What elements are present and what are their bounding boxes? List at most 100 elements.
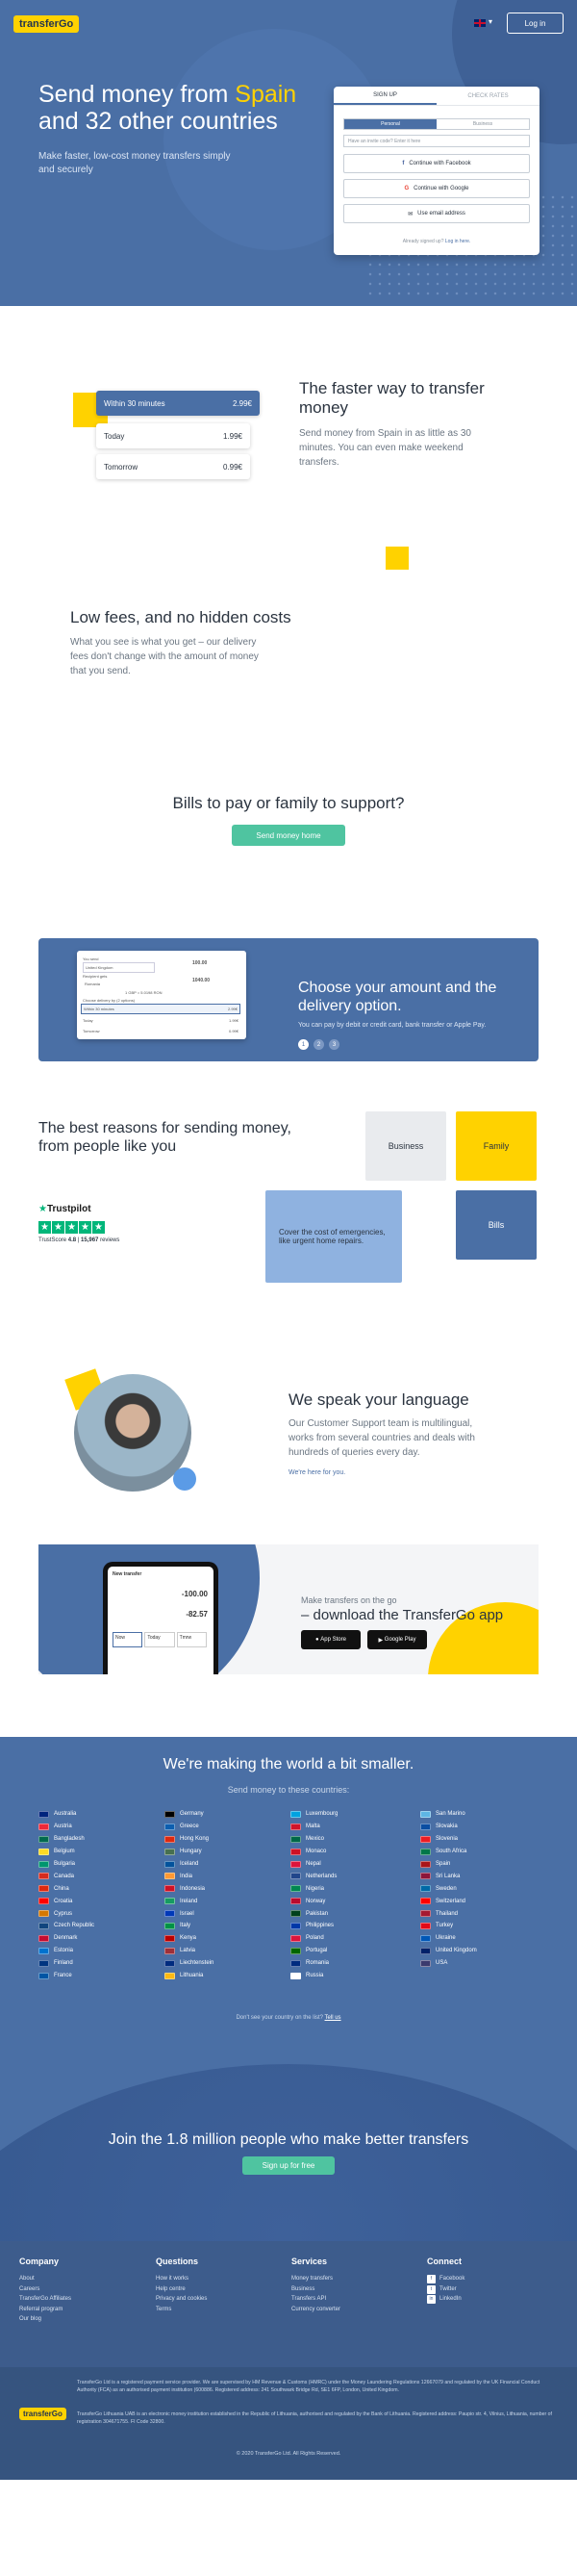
countries-title: We're making the world a bit smaller. bbox=[163, 1756, 414, 1773]
country-name: Estonia bbox=[54, 1948, 74, 1954]
facebook-button[interactable]: f Continue with Facebook bbox=[343, 154, 530, 173]
footer-link[interactable]: Our blog bbox=[19, 2314, 71, 2325]
app-store-label: App Store bbox=[320, 1637, 346, 1643]
chevron-down-icon[interactable]: ▾ bbox=[489, 17, 492, 26]
speed-label: Within 30 minutes bbox=[104, 398, 165, 408]
step-dot[interactable]: 1 bbox=[298, 1039, 309, 1050]
app-store-badge[interactable]: ● App Store bbox=[301, 1630, 361, 1649]
country-item: Bulgaria bbox=[38, 1858, 94, 1871]
choose-text: You can pay by debit or credit card, ban… bbox=[298, 1022, 487, 1029]
step-dot[interactable]: 2 bbox=[314, 1039, 324, 1050]
logo[interactable]: transferGo bbox=[13, 15, 80, 33]
footer-link[interactable]: Business bbox=[291, 2284, 340, 2295]
country-item: Netherlands bbox=[290, 1870, 338, 1882]
hero-subtitle: Make faster, low-cost money transfers si… bbox=[38, 151, 231, 175]
country-name: Switzerland bbox=[436, 1898, 466, 1904]
footer-heading: Questions bbox=[156, 2257, 199, 2266]
country-name: Liechtenstein bbox=[180, 1960, 214, 1967]
country-name: Slovakia bbox=[436, 1824, 458, 1830]
flag-icon bbox=[290, 1848, 301, 1855]
choose-title: Choose your amount and the delivery opti… bbox=[298, 980, 497, 1014]
speed-price: 0.99€ bbox=[222, 462, 242, 472]
flag-icon bbox=[164, 1860, 175, 1868]
flag-icon bbox=[290, 1810, 301, 1818]
signup-free-button[interactable]: Sign up for free bbox=[242, 2156, 335, 2175]
reason-tile-business[interactable]: Business bbox=[365, 1111, 446, 1181]
flag-icon bbox=[290, 1922, 301, 1929]
fees-section: Low fees, and no hidden costs What you s… bbox=[0, 595, 577, 775]
footer-link[interactable]: in LinkedIn bbox=[427, 2294, 464, 2305]
country-item: Mexico bbox=[290, 1833, 338, 1846]
footer-link[interactable]: TransferGo Affiliates bbox=[19, 2294, 71, 2305]
faster-title: The faster way to transfer money bbox=[299, 379, 485, 417]
email-button[interactable]: ✉ Use email address bbox=[343, 204, 530, 223]
footer-link[interactable]: f Facebook bbox=[427, 2274, 464, 2284]
mock-option-price: 0.99€ bbox=[228, 1029, 238, 1033]
google-play-badge[interactable]: ▶ Google Play bbox=[367, 1630, 427, 1649]
invite-code-input[interactable]: Have an invite code? Enter it here bbox=[343, 135, 530, 147]
flag-icon bbox=[420, 1810, 431, 1818]
flag-icon bbox=[164, 1823, 175, 1830]
step-dot[interactable]: 3 bbox=[329, 1039, 339, 1050]
faster-text: Send money from Spain in as little as 30… bbox=[299, 428, 471, 468]
login-link[interactable]: Log in here. bbox=[445, 239, 470, 244]
mock-option-label: Today bbox=[83, 1018, 93, 1023]
country-name: Netherlands bbox=[306, 1873, 338, 1879]
country-name: Ukraine bbox=[436, 1935, 456, 1942]
send-money-home-button[interactable]: Send money home bbox=[232, 825, 345, 846]
mock-option-price: 1.99€ bbox=[228, 1018, 238, 1023]
country-item: Slovenia bbox=[420, 1833, 477, 1846]
tell-us-link[interactable]: Tell us bbox=[325, 2015, 341, 2021]
tab-signup[interactable]: SIGN UP bbox=[334, 87, 437, 105]
footer-logo[interactable]: transferGo bbox=[19, 2408, 66, 2420]
personal-option[interactable]: Personal bbox=[344, 119, 437, 129]
missing-country: Don't see your country on the list? Tell… bbox=[0, 2015, 577, 2021]
footer-link[interactable]: Careers bbox=[19, 2284, 71, 2295]
country-name: Sri Lanka bbox=[436, 1873, 461, 1879]
reviews-label: reviews bbox=[100, 1237, 120, 1243]
country-name: South Africa bbox=[436, 1849, 467, 1855]
country-name: Thailand bbox=[436, 1910, 459, 1917]
country-name: Iceland bbox=[180, 1861, 199, 1867]
footer-link[interactable]: Referral program bbox=[19, 2305, 71, 2315]
flag-icon bbox=[290, 1885, 301, 1893]
business-option[interactable]: Business bbox=[437, 119, 529, 129]
phone-amount: -82.57 bbox=[186, 1610, 208, 1619]
footer-link[interactable]: How it works bbox=[156, 2274, 207, 2284]
footer-link[interactable]: Privacy and cookies bbox=[156, 2294, 207, 2305]
facebook-icon: f bbox=[402, 161, 405, 166]
flag-icon bbox=[38, 1823, 49, 1830]
already-text: Already signed up? bbox=[402, 239, 444, 244]
google-button[interactable]: G Continue with Google bbox=[343, 179, 530, 198]
country-name: Portugal bbox=[306, 1948, 328, 1954]
footer-link-label: About bbox=[19, 2276, 35, 2282]
country-item: Romania bbox=[290, 1957, 338, 1970]
footer-link[interactable]: Help centre bbox=[156, 2284, 207, 2295]
footer-link[interactable]: Terms bbox=[156, 2305, 207, 2315]
reason-tile-family[interactable]: Family bbox=[456, 1111, 537, 1181]
country-name: USA bbox=[436, 1960, 448, 1967]
legal-section: transferGo TransferGo Ltd is a registere… bbox=[0, 2367, 577, 2480]
login-button[interactable]: Log in bbox=[507, 13, 564, 34]
country-item: Malta bbox=[290, 1821, 338, 1833]
footer-link-label: Terms bbox=[156, 2306, 172, 2312]
country-name: Belgium bbox=[54, 1849, 75, 1855]
footer-link[interactable]: t Twitter bbox=[427, 2284, 464, 2295]
reason-tile-bills[interactable]: Bills bbox=[456, 1190, 537, 1260]
uk-flag-icon[interactable] bbox=[474, 19, 486, 27]
footer-link[interactable]: Currency converter bbox=[291, 2305, 340, 2315]
tab-check-rates[interactable]: CHECK RATES bbox=[437, 87, 539, 105]
country-item: San Marino bbox=[420, 1808, 477, 1821]
country-column: Luxembourg Malta Mexico Monaco Nepal Netherla… bbox=[290, 1808, 338, 1981]
footer-link[interactable]: Transfers API bbox=[291, 2294, 340, 2305]
support-link[interactable]: We're here for you. bbox=[288, 1466, 345, 1480]
reason-tile-emergencies[interactable]: Cover the cost of emergencies, like urge… bbox=[265, 1190, 402, 1283]
country-name: Germany bbox=[180, 1811, 204, 1818]
footer-link[interactable]: Money transfers bbox=[291, 2274, 340, 2284]
footer-link[interactable]: About bbox=[19, 2274, 71, 2284]
flag-icon bbox=[38, 1922, 49, 1929]
flag-icon bbox=[420, 1910, 431, 1918]
star-icon: ★ bbox=[79, 1221, 91, 1234]
trustpilot-widget[interactable]: ★Trustpilot ★ ★ ★ ★ ★ TrustScore 4.8 | 15,96… bbox=[38, 1204, 119, 1243]
phone-option: Now bbox=[113, 1632, 143, 1647]
